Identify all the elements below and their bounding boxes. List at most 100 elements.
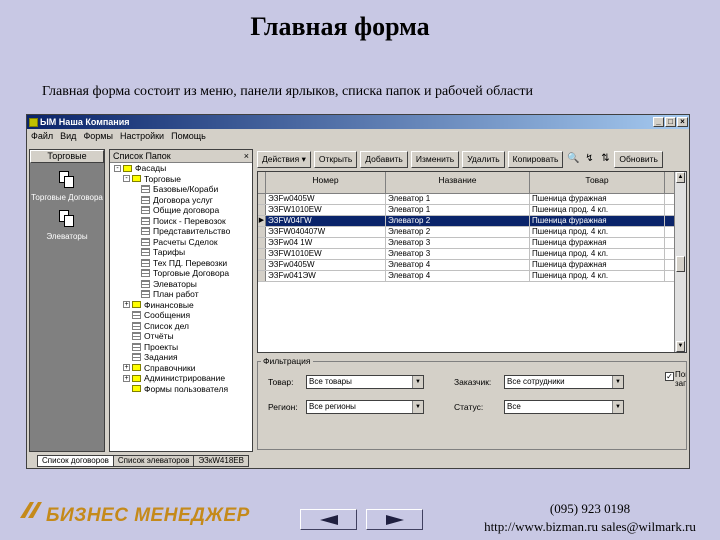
- tree-item-label: Список дел: [144, 320, 190, 331]
- menu-forms[interactable]: Формы: [83, 131, 113, 141]
- expand-icon[interactable]: +: [123, 364, 130, 372]
- table-icon: [132, 332, 141, 341]
- tab-elevators-list[interactable]: Список элеваторов: [112, 455, 195, 467]
- column-header-number[interactable]: Номер: [266, 172, 386, 193]
- folder-tree: - Фасады - Торговые Базовые/Кораби Договора у…: [110, 163, 252, 394]
- table-row[interactable]: ЭЗFW1010EW Элеватор 1 Пшеница прод. 4 кл.: [258, 205, 686, 216]
- table-icon: [141, 206, 150, 215]
- expand-icon[interactable]: +: [123, 301, 130, 309]
- delete-button[interactable]: Удалить: [462, 150, 505, 168]
- filter-status-select[interactable]: Все ▼: [504, 400, 624, 414]
- scroll-down-icon[interactable]: ▼: [676, 341, 685, 352]
- filter-customer-select[interactable]: Все сотрудники ▼: [504, 375, 624, 389]
- grid-scrollbar[interactable]: ▲ ▼: [674, 172, 686, 352]
- tree-item[interactable]: Договора услуг: [110, 195, 252, 206]
- tree-item[interactable]: Поиск - Перевозок: [110, 216, 252, 227]
- filter-product-select[interactable]: Все товары ▼: [306, 375, 424, 389]
- tree-item[interactable]: Торговые Договора: [110, 268, 252, 279]
- scroll-up-icon[interactable]: ▲: [676, 172, 685, 183]
- shortcut-trade-contracts[interactable]: Торговые Договора: [30, 171, 104, 202]
- shortcut-group-button[interactable]: Торговые: [30, 150, 104, 163]
- tree-item[interactable]: Задания: [110, 352, 252, 363]
- grid-body: ЭЗFw0405W Элеватор 1 Пшеница фуражная ЭЗFW1…: [258, 194, 686, 282]
- tab-record[interactable]: ЭЗкW418ЕВ: [193, 455, 249, 467]
- table-row[interactable]: ЭЗFw04 1W Элеватор 3 Пшеница фуражная: [258, 238, 686, 249]
- documents-icon: [59, 210, 75, 228]
- maximize-button[interactable]: □: [665, 117, 676, 127]
- chevron-down-icon[interactable]: ▼: [412, 376, 423, 388]
- tree-item[interactable]: Сообщения: [110, 310, 252, 321]
- table-row[interactable]: ЭЗFw0405W Элеватор 1 Пшеница фуражная: [258, 194, 686, 205]
- collapse-icon[interactable]: -: [114, 164, 121, 172]
- table-icon: [132, 321, 141, 330]
- filter-customer-label: Заказчик:: [454, 377, 492, 387]
- edit-button[interactable]: Изменить: [410, 150, 460, 168]
- tree-item[interactable]: Проекты: [110, 342, 252, 353]
- tree-item[interactable]: Формы пользователя: [110, 384, 252, 395]
- menu-help[interactable]: Помощь: [171, 131, 206, 141]
- tree-item[interactable]: Базовые/Кораби: [110, 184, 252, 195]
- collapse-icon[interactable]: -: [123, 175, 130, 183]
- table-cell: Пшеница прод. 4 кл.: [530, 249, 665, 259]
- tree-item[interactable]: + Справочники: [110, 363, 252, 374]
- shortcut-elevators[interactable]: Элеваторы: [30, 210, 104, 241]
- table-cell: ЭЗFW04ГW: [266, 216, 386, 226]
- menu-view[interactable]: Вид: [60, 131, 76, 141]
- table-cell: Элеватор 1: [386, 205, 530, 215]
- column-header-name[interactable]: Название: [386, 172, 530, 193]
- show-checkbox[interactable]: ✓: [665, 372, 674, 381]
- table-row[interactable]: ЭЗFW1010EW Элеватор 3 Пшеница прод. 4 кл.: [258, 249, 686, 260]
- tree-item[interactable]: + Администрирование: [110, 373, 252, 384]
- tree-item[interactable]: - Торговые: [110, 174, 252, 185]
- tree-item[interactable]: Тех ПД. Перевозки: [110, 258, 252, 269]
- contact-links[interactable]: http://www.bizman.ru sales@wilmark.ru: [460, 518, 720, 536]
- close-icon[interactable]: ×: [244, 151, 249, 161]
- tree-item[interactable]: + Финансовые: [110, 300, 252, 311]
- expand-icon[interactable]: +: [123, 374, 130, 382]
- previous-slide-button[interactable]: [300, 509, 357, 530]
- scroll-thumb[interactable]: [676, 256, 685, 272]
- toolbar: Действия ▾ Открыть Добавить Изменить Уда…: [257, 149, 687, 169]
- chevron-down-icon[interactable]: ▼: [612, 376, 623, 388]
- table-icon: [141, 279, 150, 288]
- tab-contracts-list[interactable]: Список договоров: [37, 455, 114, 467]
- table-row[interactable]: ▶ ЭЗFW04ГW Элеватор 2 Пшеница фуражная: [258, 216, 686, 227]
- tree-item[interactable]: - Фасады: [110, 163, 252, 174]
- shortcut-label: Элеваторы: [46, 232, 88, 241]
- tree-item[interactable]: Список дел: [110, 321, 252, 332]
- sort-icon[interactable]: ⇅: [598, 152, 612, 166]
- table-row[interactable]: ЭЗFw0405W Элеватор 4 Пшеница фуражная: [258, 260, 686, 271]
- tree-item[interactable]: План работ: [110, 289, 252, 300]
- menu-file[interactable]: Файл: [31, 131, 53, 141]
- refresh-button[interactable]: Обновить: [614, 150, 663, 168]
- add-button[interactable]: Добавить: [360, 150, 408, 168]
- work-area: Действия ▾ Открыть Добавить Изменить Уда…: [257, 149, 687, 452]
- next-slide-button[interactable]: [366, 509, 423, 530]
- tree-item[interactable]: Элеваторы: [110, 279, 252, 290]
- filter-region-select[interactable]: Все регионы ▼: [306, 400, 424, 414]
- menu-settings[interactable]: Настройки: [120, 131, 164, 141]
- tree-item[interactable]: Отчёты: [110, 331, 252, 342]
- filter-icon[interactable]: ↯: [582, 152, 596, 166]
- tree-item[interactable]: Общие договора: [110, 205, 252, 216]
- tree-item[interactable]: Представительство: [110, 226, 252, 237]
- folder-icon: [132, 374, 141, 382]
- chevron-down-icon[interactable]: ▼: [612, 401, 623, 413]
- table-row[interactable]: ЭЗFW040407W Элеватор 2 Пшеница прод. 4 кл.: [258, 227, 686, 238]
- window-titlebar[interactable]: ЫМ Наша Компания _ □ ×: [27, 115, 689, 129]
- actions-button[interactable]: Действия ▾: [257, 150, 311, 168]
- tree-item-label: Общие договора: [153, 205, 220, 216]
- filter-status-label: Статус:: [454, 402, 484, 412]
- minimize-button[interactable]: _: [653, 117, 664, 127]
- tree-item[interactable]: Расчеты Сделок: [110, 237, 252, 248]
- tree-item[interactable]: Тарифы: [110, 247, 252, 258]
- chevron-down-icon[interactable]: ▼: [412, 401, 423, 413]
- column-header-product[interactable]: Товар: [530, 172, 665, 193]
- search-icon[interactable]: 🔍: [566, 152, 580, 166]
- filter-customer-value: Все сотрудники: [507, 377, 565, 386]
- table-icon: [141, 258, 150, 267]
- open-button[interactable]: Открыть: [313, 150, 358, 168]
- table-row[interactable]: ЭЗFw041ЭW Элеватор 4 Пшеница прод. 4 кл.: [258, 271, 686, 282]
- copy-button[interactable]: Копировать: [507, 150, 564, 168]
- close-button[interactable]: ×: [677, 117, 688, 127]
